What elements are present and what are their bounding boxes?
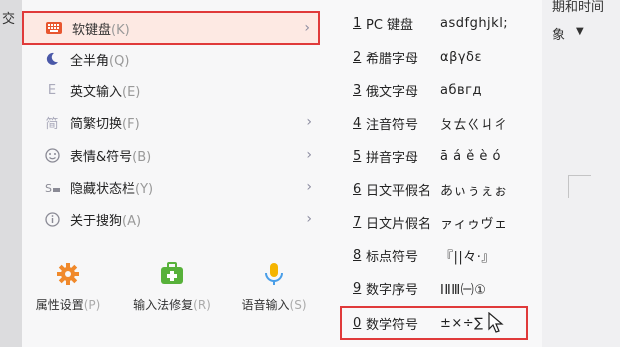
menu-item-label: 简繁切换 xyxy=(70,116,123,132)
item-sample: ァィゥヴェ xyxy=(440,216,508,232)
menu-item-hide-statusbar[interactable]: S 隐藏状态栏(Y) › xyxy=(22,170,320,204)
item-name: 数学符号 xyxy=(366,317,419,333)
menu-item-shortcut: (K) xyxy=(111,22,130,38)
menu-item-shortcut: (Q) xyxy=(109,53,130,69)
menu-item-label: 关于搜狗 xyxy=(70,213,123,229)
quick-action-label: 属性设置 xyxy=(35,298,84,312)
menu-item-label: 全半角 xyxy=(70,53,110,69)
info-icon xyxy=(44,211,60,227)
menu-item-about-sogou[interactable]: 关于搜狗(A) › xyxy=(22,202,320,236)
chevron-right-icon: › xyxy=(306,179,312,195)
submenu-item-katakana[interactable]: 7 日文片假名 ァィゥヴェ xyxy=(320,205,542,239)
keyboard-icon xyxy=(46,20,62,36)
menu-item-label: 软键盘 xyxy=(72,22,112,38)
item-name: 拼音字母 xyxy=(366,150,419,166)
repair-button[interactable]: 输入法修复(R) xyxy=(126,256,218,313)
smiley-icon xyxy=(44,147,60,163)
item-name: 希腊字母 xyxy=(366,51,419,67)
letter-e-icon: E xyxy=(47,82,57,98)
menu-item-full-half-width[interactable]: 全半角(Q) xyxy=(22,42,320,76)
background-window-right xyxy=(542,0,620,347)
item-number: 3 xyxy=(353,82,362,98)
item-number: 5 xyxy=(353,148,362,164)
menu-item-shortcut: (F) xyxy=(122,116,140,132)
item-sample: αβγδε xyxy=(440,49,483,65)
item-sample: あぃぅぇぉ xyxy=(440,183,508,199)
item-number: 6 xyxy=(353,181,362,197)
item-name: PC 键盘 xyxy=(366,17,414,33)
item-name: 注音符号 xyxy=(366,117,419,133)
gear-icon xyxy=(56,262,80,286)
item-sample: абвгд xyxy=(440,82,482,98)
svg-text:S: S xyxy=(45,182,52,194)
item-number: 1 xyxy=(353,15,362,31)
quick-action-shortcut: (P) xyxy=(83,298,101,312)
chevron-right-icon: › xyxy=(304,20,310,36)
simplified-icon: 简 xyxy=(45,116,59,132)
background-text-left: 交 xyxy=(2,12,16,27)
quick-action-label: 输入法修复 xyxy=(133,298,194,312)
moon-icon xyxy=(44,51,60,67)
soft-keyboard-submenu: 1 PC 键盘 asdfghjkl; 2 希腊字母 αβγδε 3 俄文字母 а… xyxy=(320,0,542,347)
menu-item-english-input[interactable]: E 英文输入(E) xyxy=(22,73,320,107)
quick-action-shortcut: (S) xyxy=(289,298,307,312)
item-sample: 『||々·』 xyxy=(440,249,495,265)
menu-item-simplified-traditional[interactable]: 简 简繁切换(F) › xyxy=(22,105,320,139)
menu-item-shortcut: (B) xyxy=(132,149,152,165)
item-sample: ±×÷∑ xyxy=(440,315,484,331)
repair-kit-icon xyxy=(160,262,184,286)
item-name: 俄文字母 xyxy=(366,84,419,100)
item-sample: ā á ě è ó xyxy=(440,148,501,164)
item-name: 日文片假名 xyxy=(366,216,432,232)
item-number: 4 xyxy=(353,115,362,131)
menu-item-label: 隐藏状态栏 xyxy=(70,181,136,197)
quick-action-shortcut: (R) xyxy=(193,298,211,312)
menu-item-emoji-symbols[interactable]: 表情&符号(B) › xyxy=(22,138,320,172)
chevron-right-icon: › xyxy=(306,147,312,163)
menu-item-label: 表情&符号 xyxy=(70,149,133,165)
chevron-down-icon: ▼ xyxy=(576,26,584,37)
menu-item-label: 英文输入 xyxy=(70,84,123,100)
item-sample: ㄆㄊㄍㄐㄔ xyxy=(440,117,508,133)
item-number: 7 xyxy=(353,214,362,230)
submenu-item-hiragana[interactable]: 6 日文平假名 あぃぅぇぉ xyxy=(320,172,542,206)
menu-item-shortcut: (A) xyxy=(122,213,142,229)
submenu-item-punctuation[interactable]: 8 标点符号 『||々·』 xyxy=(320,238,542,272)
item-number: 9 xyxy=(353,280,362,296)
settings-button[interactable]: 属性设置(P) xyxy=(22,256,114,313)
menu-item-shortcut: (E) xyxy=(122,84,141,100)
menu-item-shortcut: (Y) xyxy=(135,181,154,197)
quick-action-label: 语音输入 xyxy=(241,298,290,312)
item-name: 数字序号 xyxy=(366,282,419,298)
statusbar-icon: S xyxy=(44,179,60,195)
voice-input-button[interactable]: 语音输入(S) xyxy=(228,256,320,313)
item-number: 0 xyxy=(353,315,362,331)
item-number: 2 xyxy=(353,49,362,65)
item-sample: ⅠⅡⅢ㈠① xyxy=(440,282,487,298)
submenu-item-number-series[interactable]: 9 数字序号 ⅠⅡⅢ㈠① xyxy=(320,271,542,305)
background-frame-corner xyxy=(568,175,591,198)
background-text-date: 期和时间 xyxy=(552,0,605,15)
sogou-context-menu: 软键盘(K) › 全半角(Q) E 英文输入(E) 简 简繁切换(F) › 表情… xyxy=(22,0,321,347)
submenu-item-pinyin[interactable]: 5 拼音字母 ā á ě è ó xyxy=(320,139,542,173)
background-window-left xyxy=(0,0,22,347)
quick-actions: 属性设置(P) 输入法修复(R) 语音输入(S) xyxy=(22,256,320,326)
chevron-right-icon: › xyxy=(306,114,312,130)
microphone-icon xyxy=(262,262,286,286)
submenu-item-greek[interactable]: 2 希腊字母 αβγδε xyxy=(320,40,542,74)
item-name: 日文平假名 xyxy=(366,183,432,199)
menu-item-soft-keyboard[interactable]: 软键盘(K) › xyxy=(22,11,320,45)
submenu-item-zhuyin[interactable]: 4 注音符号 ㄆㄊㄍㄐㄔ xyxy=(320,106,542,140)
item-number: 8 xyxy=(353,247,362,263)
chevron-right-icon: › xyxy=(306,211,312,227)
submenu-item-pc-keyboard[interactable]: 1 PC 键盘 asdfghjkl; xyxy=(320,6,542,40)
item-sample: asdfghjkl; xyxy=(440,15,509,31)
background-text-object: 象 xyxy=(552,28,566,43)
mouse-cursor-icon xyxy=(488,312,504,333)
submenu-item-russian[interactable]: 3 俄文字母 абвгд xyxy=(320,73,542,107)
item-name: 标点符号 xyxy=(366,249,419,265)
